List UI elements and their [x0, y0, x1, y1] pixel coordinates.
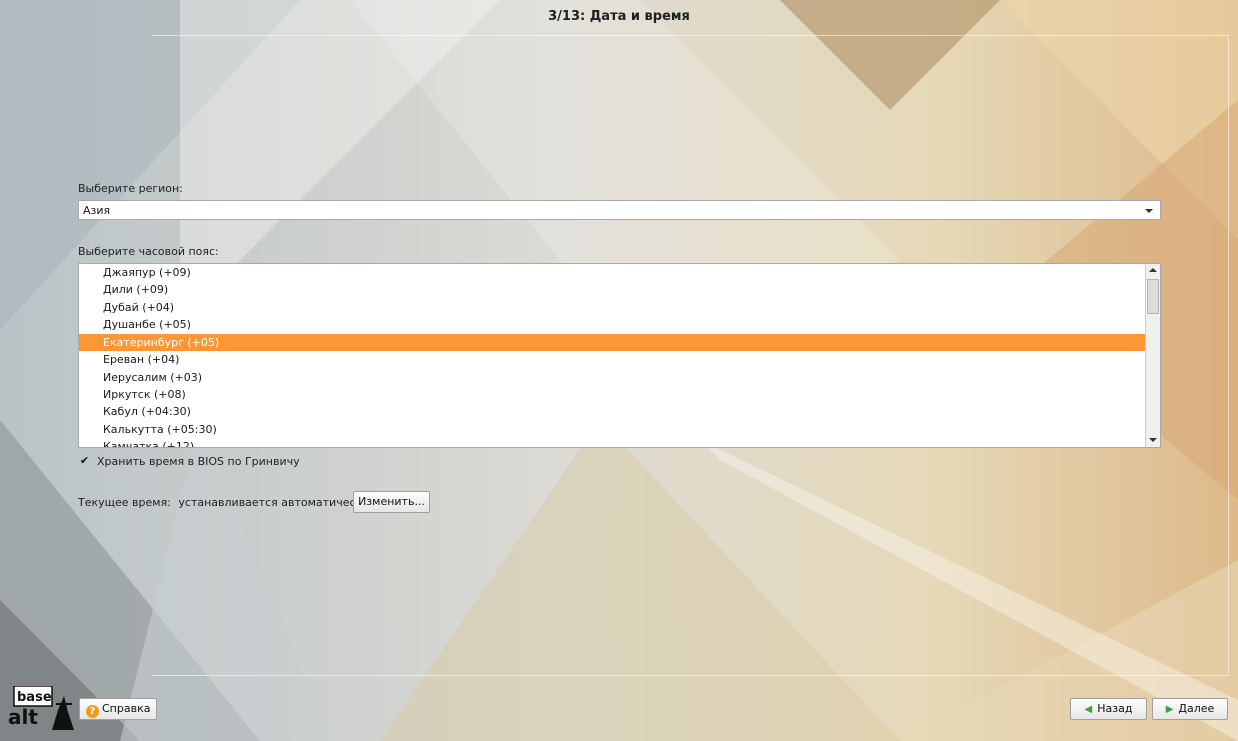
- next-button[interactable]: ▶ Далее: [1152, 698, 1228, 720]
- list-item[interactable]: Дили (+09): [79, 281, 1147, 298]
- help-button[interactable]: ? Справка: [79, 698, 157, 720]
- list-item[interactable]: Иркутск (+08): [79, 386, 1147, 403]
- chevron-down-icon: [1145, 209, 1153, 213]
- timezone-scrollbar[interactable]: [1145, 264, 1160, 447]
- list-item[interactable]: Кабул (+04:30): [79, 403, 1147, 420]
- current-time-label: Текущее время: устанавливается автоматич…: [78, 496, 369, 509]
- arrow-left-icon: ◀: [1084, 704, 1093, 715]
- scrollbar-thumb[interactable]: [1147, 279, 1159, 314]
- basealt-logo: base alt: [8, 686, 74, 730]
- change-time-button[interactable]: Изменить...: [353, 491, 430, 513]
- region-select[interactable]: Азия: [78, 200, 1161, 220]
- content-frame-right: [1228, 35, 1229, 675]
- current-time-caption: Текущее время:: [78, 496, 171, 509]
- bios-utc-label[interactable]: Хранить время в BIOS по Гринвичу: [97, 455, 300, 468]
- scroll-down-icon[interactable]: [1146, 433, 1160, 447]
- content-frame-top: [152, 35, 1229, 36]
- list-item[interactable]: Душанбе (+05): [79, 316, 1147, 333]
- region-select-value: Азия: [83, 204, 111, 217]
- current-time-value: устанавливается автоматически: [178, 496, 370, 509]
- list-item[interactable]: Камчатка (+12): [79, 438, 1147, 447]
- timezone-list[interactable]: Джаяпур (+09) Дили (+09) Дубай (+04) Душ…: [78, 263, 1161, 448]
- back-button-label: Назад: [1097, 702, 1133, 715]
- list-item[interactable]: Джаяпур (+09): [79, 264, 1147, 281]
- list-item[interactable]: Ереван (+04): [79, 351, 1147, 368]
- timezone-label: Выберите часовой пояс:: [78, 245, 219, 258]
- list-item[interactable]: Калькутта (+05:30): [79, 421, 1147, 438]
- next-button-label: Далее: [1178, 702, 1215, 715]
- region-label: Выберите регион:: [78, 182, 183, 195]
- list-item-selected[interactable]: Екатеринбург (+05): [79, 334, 1147, 351]
- svg-text:base: base: [17, 690, 52, 705]
- content-frame-bottom: [152, 675, 1229, 676]
- back-button[interactable]: ◀ Назад: [1070, 698, 1147, 720]
- list-item[interactable]: Иерусалим (+03): [79, 369, 1147, 386]
- scroll-up-icon[interactable]: [1146, 264, 1160, 278]
- bios-utc-checkbox[interactable]: ✔: [79, 455, 90, 466]
- page-title: 3/13: Дата и время: [548, 9, 690, 24]
- svg-text:alt: alt: [8, 705, 38, 729]
- arrow-right-icon: ▶: [1165, 704, 1174, 715]
- help-icon: ?: [86, 705, 99, 718]
- help-button-label: Справка: [102, 702, 151, 715]
- list-item[interactable]: Дубай (+04): [79, 299, 1147, 316]
